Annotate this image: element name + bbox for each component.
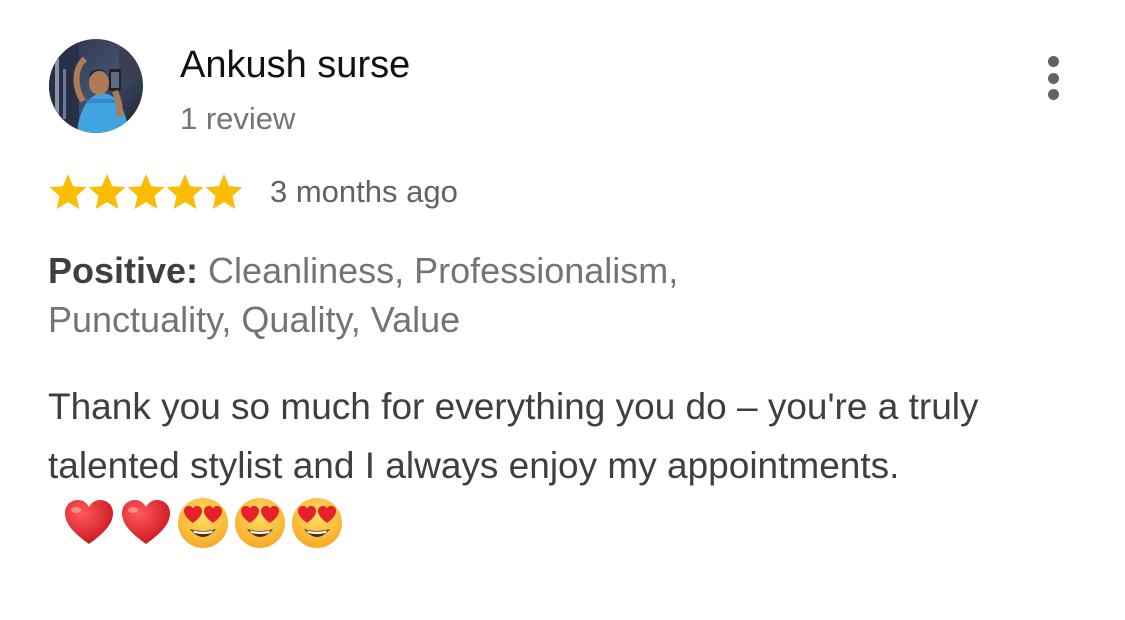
avatar[interactable] (49, 39, 143, 133)
star-icon (48, 172, 88, 212)
positive-attributes-line-2: Punctuality, Quality, Value (48, 299, 461, 340)
more-options-button[interactable] (1033, 54, 1073, 102)
review-text: Thank you so much for everything you do … (48, 386, 979, 486)
rating-row: 3 months ago (48, 170, 458, 214)
heart-eyes-face-icon (233, 496, 287, 550)
more-vertical-icon-dot (1047, 89, 1059, 100)
more-vertical-icon (1047, 56, 1059, 67)
more-vertical-icon-dot (1047, 72, 1059, 84)
red-heart-icon (62, 496, 116, 550)
star-icon (87, 172, 127, 212)
review-body: Thank you so much for everything you do … (48, 377, 1008, 554)
star-rating (48, 172, 243, 212)
red-heart-icon (119, 496, 173, 550)
positive-label: Positive: (48, 250, 199, 291)
heart-eyes-face-icon (176, 496, 230, 550)
reviewer-name[interactable]: Ankush surse (180, 44, 410, 87)
review-count: 1 review (180, 101, 296, 136)
star-icon (165, 172, 205, 212)
review-date: 3 months ago (270, 174, 458, 209)
star-icon (126, 172, 166, 212)
star-icon (204, 172, 244, 212)
positive-attributes: Positive: Cleanliness, Professionalism, … (48, 246, 808, 344)
positive-attributes-line-1: Cleanliness, Professionalism, (198, 250, 679, 291)
heart-eyes-face-icon (290, 496, 344, 550)
emoji-row (62, 496, 347, 550)
